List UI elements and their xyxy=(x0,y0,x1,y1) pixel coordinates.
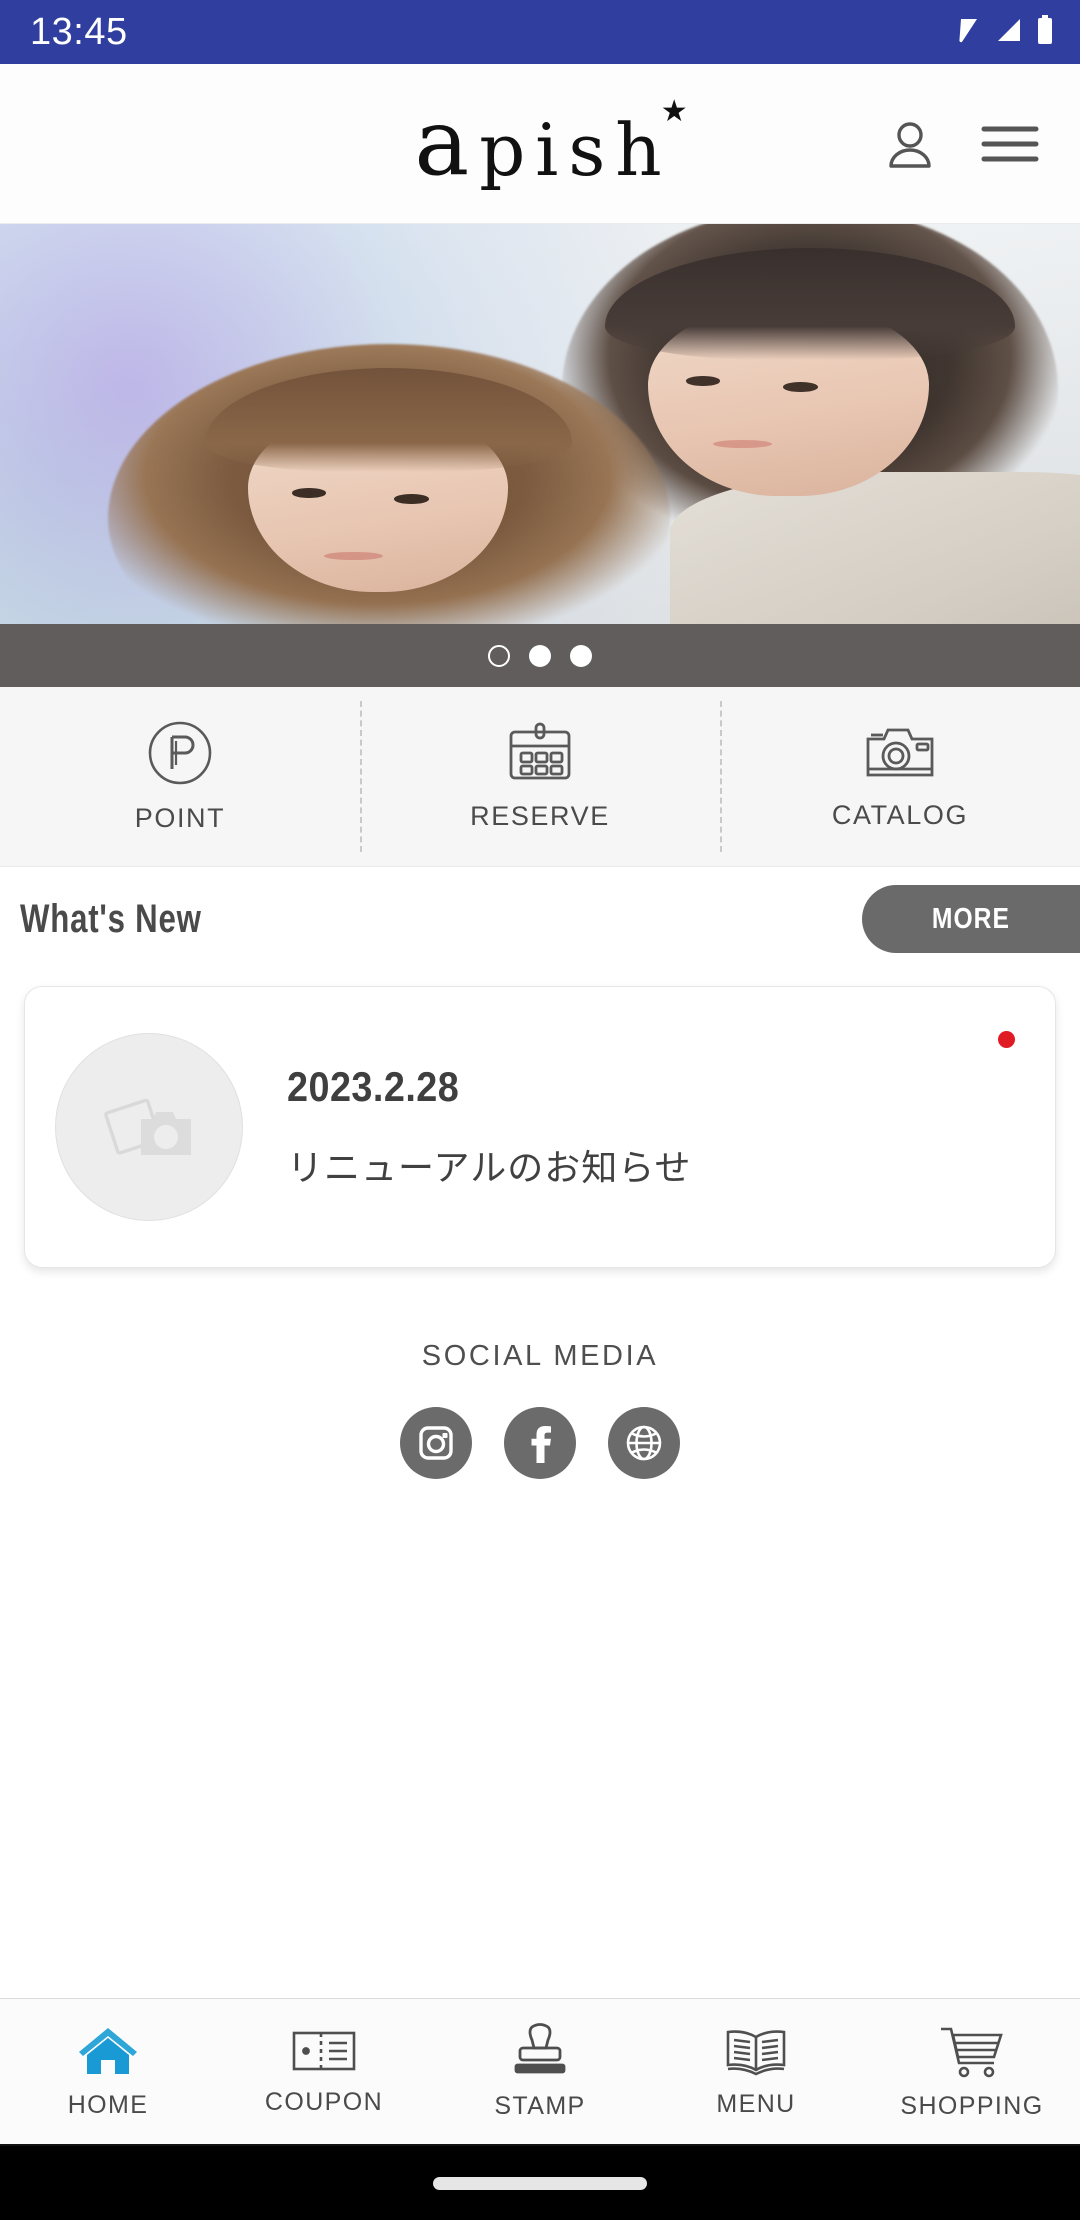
carousel-dots[interactable] xyxy=(0,624,1080,687)
ticket-icon xyxy=(291,2027,357,2080)
list-item[interactable]: 2023.2.28 リニューアルのお知らせ xyxy=(24,986,1056,1268)
logo-letters-rest: pish xyxy=(479,107,672,192)
logo-star-icon: ★ xyxy=(660,94,688,130)
nav-item-home[interactable]: HOME xyxy=(0,1999,216,2144)
header-actions xyxy=(882,116,1080,172)
quick-action-label: POINT xyxy=(134,802,226,833)
app-header: a ★ pish xyxy=(0,64,1080,224)
quick-actions: POINT RESERVE CATALOG xyxy=(0,687,1080,867)
social-media-title: SOCIAL MEDIA xyxy=(421,1340,659,1372)
logo-letter-a: a xyxy=(414,89,480,197)
nav-item-label: COUPON xyxy=(264,2087,384,2116)
news-item-title: リニューアルのお知らせ xyxy=(287,1147,692,1188)
wifi-icon xyxy=(944,17,978,48)
hero-image xyxy=(0,224,1080,624)
nav-item-label: SHOPPING xyxy=(900,2091,1044,2120)
user-icon[interactable] xyxy=(882,116,938,172)
quick-action-reserve[interactable]: RESERVE xyxy=(360,687,720,866)
nav-item-label: HOME xyxy=(67,2090,149,2119)
bottom-navigation: HOME COUPON STAMP MENU SHOPPING xyxy=(0,1998,1080,2146)
nav-item-shopping[interactable]: SHOPPING xyxy=(864,1999,1080,2144)
nav-item-stamp[interactable]: STAMP xyxy=(432,1999,648,2144)
social-media-links xyxy=(400,1407,680,1479)
hero-banner[interactable] xyxy=(0,224,1080,624)
cart-icon xyxy=(937,2023,1007,2084)
quick-action-point[interactable]: POINT xyxy=(0,687,360,866)
book-icon xyxy=(722,2025,790,2082)
gesture-handle[interactable] xyxy=(433,2176,647,2190)
instagram-icon[interactable] xyxy=(400,1407,472,1479)
app-root: 13:45 a ★ pish POINT RESERVE CATALOG Wha… xyxy=(0,0,1080,2220)
news-item-text: 2023.2.28 リニューアルのお知らせ xyxy=(287,1063,691,1191)
news-section-header: What's New MORE xyxy=(0,867,1080,972)
carousel-dot-3[interactable] xyxy=(570,644,592,667)
quick-action-label: CATALOG xyxy=(831,799,969,830)
nav-item-menu[interactable]: MENU xyxy=(648,1999,864,2144)
camera-icon xyxy=(865,723,935,788)
more-button[interactable]: MORE xyxy=(862,885,1080,953)
circled-p-icon xyxy=(147,720,213,791)
quick-action-catalog[interactable]: CATALOG xyxy=(720,687,1080,866)
battery-icon xyxy=(1036,14,1054,50)
status-bar: 13:45 xyxy=(0,0,1080,64)
facebook-icon[interactable] xyxy=(504,1407,576,1479)
photo-placeholder-icon xyxy=(55,1033,243,1221)
status-badge xyxy=(998,1031,1015,1048)
system-gesture-bar xyxy=(0,2146,1080,2220)
social-media-section: SOCIAL MEDIA xyxy=(0,1268,1080,1998)
nav-item-label: MENU xyxy=(716,2089,796,2118)
home-icon xyxy=(77,2024,139,2083)
quick-action-label: RESERVE xyxy=(470,800,610,831)
page-title: What's New xyxy=(20,897,202,941)
calendar-icon xyxy=(507,722,573,789)
more-button-label: MORE xyxy=(931,902,1011,935)
news-list: 2023.2.28 リニューアルのお知らせ xyxy=(0,972,1080,1268)
nav-item-label: STAMP xyxy=(494,2091,586,2120)
globe-icon[interactable] xyxy=(608,1407,680,1479)
news-item-date: 2023.2.28 xyxy=(287,1063,460,1110)
cellular-signal-icon xyxy=(992,17,1022,48)
carousel-dot-1[interactable] xyxy=(488,644,510,667)
status-time: 13:45 xyxy=(30,11,128,53)
status-icons xyxy=(944,14,1054,50)
stamp-icon xyxy=(510,2022,570,2084)
nav-item-coupon[interactable]: COUPON xyxy=(216,1999,432,2144)
hamburger-menu-icon[interactable] xyxy=(980,121,1040,167)
carousel-dot-2[interactable] xyxy=(529,644,551,667)
